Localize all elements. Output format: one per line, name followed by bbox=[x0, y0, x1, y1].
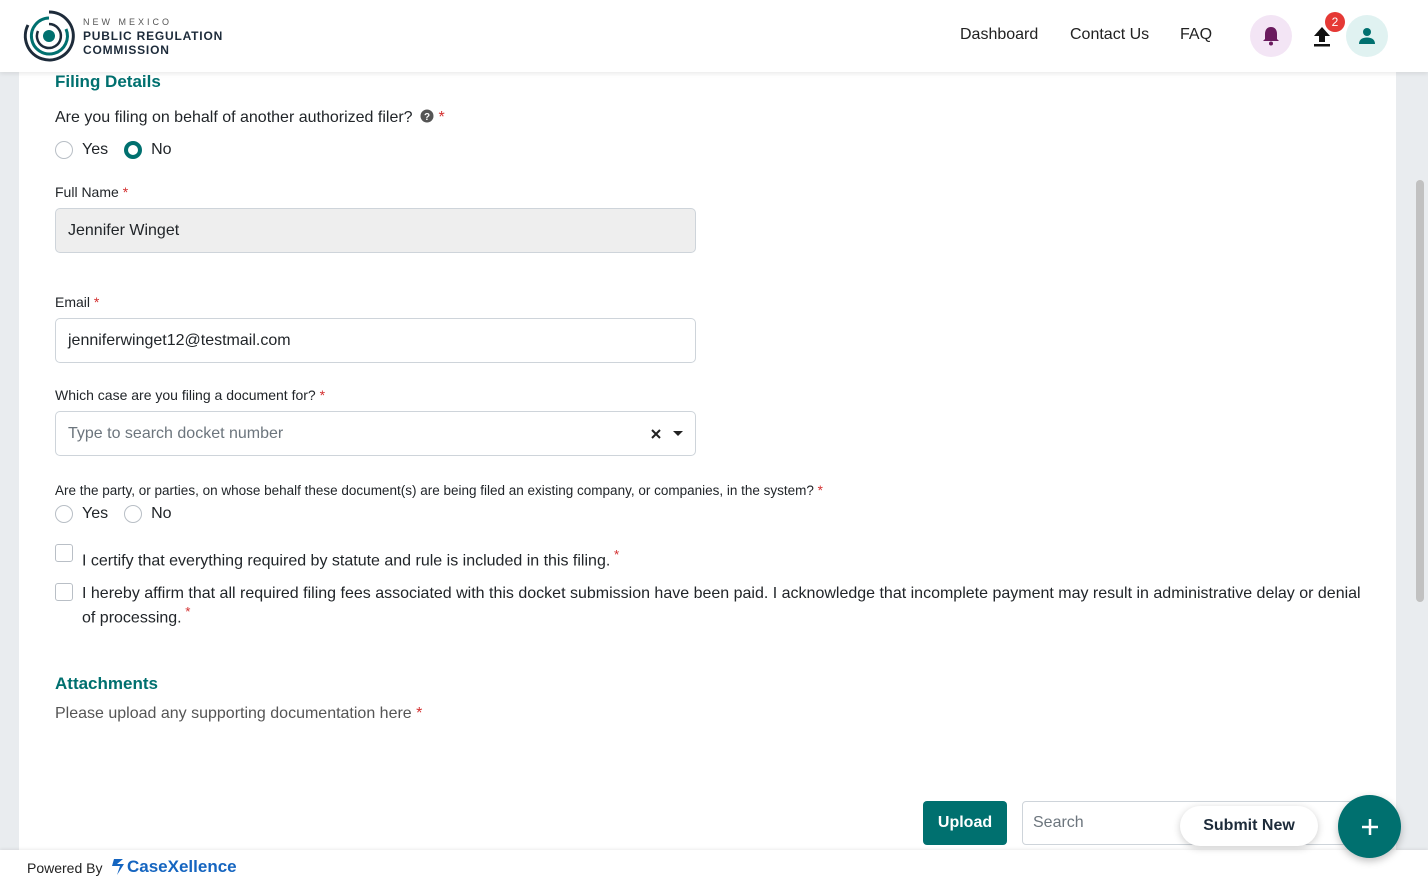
required-asterisk: * bbox=[817, 483, 823, 498]
clear-icon[interactable] bbox=[650, 428, 662, 440]
upload-button[interactable]: Upload bbox=[923, 801, 1007, 845]
attachments-subtitle: Please upload any supporting documentati… bbox=[55, 705, 422, 723]
logo-line2: COMMISSION bbox=[83, 43, 170, 57]
required-asterisk: * bbox=[438, 109, 445, 126]
logo[interactable]: NEW MEXICO PUBLIC REGULATION COMMISSION bbox=[22, 9, 223, 63]
full-name-field[interactable]: Jennifer Winget bbox=[55, 208, 696, 253]
behalf-radio-group: Yes No bbox=[55, 141, 188, 159]
logo-top-text: NEW MEXICO bbox=[83, 17, 173, 27]
party-question: Are the party, or parties, on whose beha… bbox=[55, 483, 823, 498]
page-scrollbar[interactable] bbox=[1416, 180, 1424, 602]
svg-text:?: ? bbox=[424, 112, 430, 123]
case-label: Which case are you filing a document for… bbox=[55, 387, 325, 403]
party-yes-label[interactable]: Yes bbox=[82, 505, 108, 523]
behalf-yes-radio[interactable] bbox=[55, 141, 73, 159]
certify-label[interactable]: I certify that everything required by st… bbox=[82, 544, 619, 570]
behalf-question-text: Are you filing on behalf of another auth… bbox=[55, 109, 413, 126]
party-radio-group: Yes No bbox=[55, 505, 188, 523]
full-name-label: Full Name * bbox=[55, 184, 128, 200]
party-yes-radio[interactable] bbox=[55, 505, 73, 523]
nav-faq[interactable]: FAQ bbox=[1180, 26, 1212, 44]
affirm-row: I hereby affirm that all required filing… bbox=[55, 583, 1365, 627]
affirm-label[interactable]: I hereby affirm that all required filing… bbox=[82, 583, 1365, 627]
help-icon[interactable]: ? bbox=[420, 109, 434, 123]
case-search-select[interactable]: Type to search docket number bbox=[55, 411, 696, 456]
required-asterisk: * bbox=[610, 547, 620, 562]
logo-line1: PUBLIC REGULATION bbox=[83, 29, 224, 43]
casexellence-brand-text: CaseXellence bbox=[127, 857, 237, 876]
behalf-yes-label[interactable]: Yes bbox=[82, 141, 108, 159]
full-name-label-text: Full Name bbox=[55, 184, 119, 200]
email-field[interactable]: jenniferwinget12@testmail.com bbox=[55, 318, 696, 363]
casexellence-logo[interactable]: CaseXellence bbox=[111, 857, 237, 877]
email-label: Email * bbox=[55, 294, 99, 310]
required-asterisk: * bbox=[181, 604, 191, 619]
required-asterisk: * bbox=[319, 387, 326, 403]
case-placeholder: Type to search docket number bbox=[68, 425, 284, 442]
required-asterisk: * bbox=[416, 705, 423, 722]
chevron-down-icon[interactable] bbox=[672, 430, 684, 438]
logo-mark-icon bbox=[23, 10, 75, 62]
behalf-question: Are you filing on behalf of another auth… bbox=[55, 109, 445, 127]
casexellence-mark-icon bbox=[112, 859, 124, 875]
certify-text: I certify that everything required by st… bbox=[82, 552, 611, 570]
nav-contact-us[interactable]: Contact Us bbox=[1070, 26, 1149, 44]
upload-count-badge: 2 bbox=[1325, 12, 1345, 32]
attachments-title: Attachments bbox=[55, 674, 158, 693]
user-menu-button[interactable] bbox=[1346, 15, 1388, 57]
affirm-checkbox[interactable] bbox=[55, 583, 73, 601]
behalf-no-radio[interactable] bbox=[124, 141, 143, 159]
submit-new-button[interactable]: Submit New bbox=[1180, 806, 1318, 846]
party-no-radio[interactable] bbox=[124, 505, 143, 523]
certify-row: I certify that everything required by st… bbox=[55, 544, 619, 570]
powered-by-text: Powered By bbox=[27, 860, 103, 876]
notifications-button[interactable] bbox=[1250, 15, 1292, 57]
party-no-label[interactable]: No bbox=[151, 505, 171, 523]
footer: Powered By CaseXellence bbox=[0, 850, 1428, 885]
attachments-subtitle-text: Please upload any supporting documentati… bbox=[55, 705, 412, 722]
certify-checkbox[interactable] bbox=[55, 544, 73, 562]
case-label-text: Which case are you filing a document for… bbox=[55, 387, 316, 403]
required-asterisk: * bbox=[122, 184, 129, 200]
user-icon bbox=[1359, 28, 1375, 44]
plus-icon bbox=[1361, 818, 1378, 835]
nav-dashboard[interactable]: Dashboard bbox=[960, 26, 1038, 44]
behalf-no-label[interactable]: No bbox=[151, 141, 171, 159]
required-asterisk: * bbox=[93, 294, 100, 310]
email-label-text: Email bbox=[55, 294, 91, 310]
party-question-text: Are the party, or parties, on whose beha… bbox=[55, 483, 814, 498]
filing-details-title: Filing Details bbox=[55, 72, 161, 91]
add-fab-button[interactable] bbox=[1338, 795, 1401, 858]
top-header: NEW MEXICO PUBLIC REGULATION COMMISSION … bbox=[0, 0, 1428, 72]
bell-icon bbox=[1263, 27, 1279, 46]
affirm-text: I hereby affirm that all required filing… bbox=[82, 585, 1361, 627]
